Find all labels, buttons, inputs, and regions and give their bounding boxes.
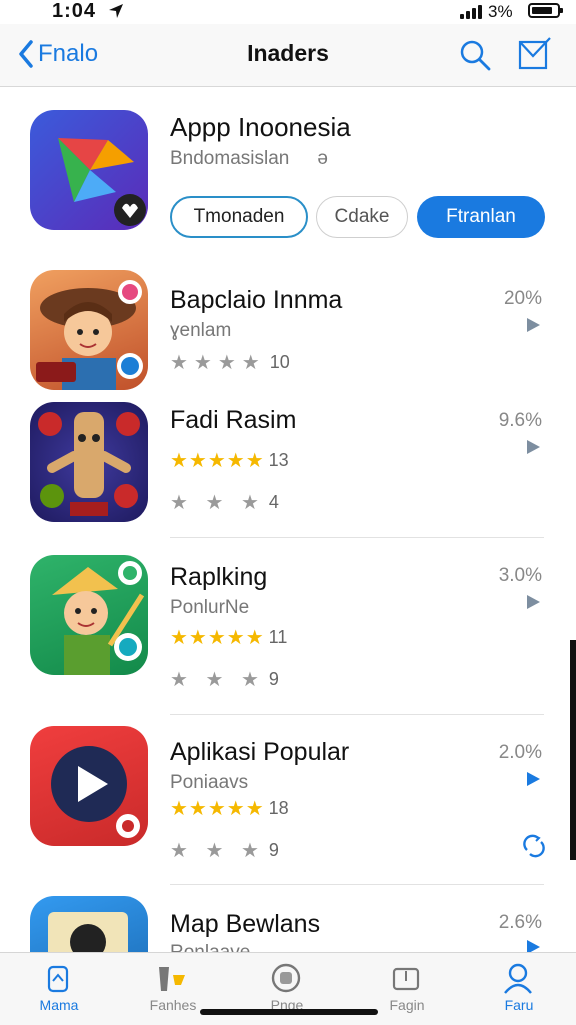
featured-app-name: Appp Inoonesia <box>170 112 351 142</box>
home-icon <box>47 965 69 993</box>
rating-stars: ★★★★ <box>170 352 266 374</box>
tab-profile[interactable]: Faru <box>484 959 554 1019</box>
games-icon <box>159 967 185 991</box>
tab-label: Fanhes <box>149 997 197 1013</box>
status-time: 1:04 <box>52 0 97 22</box>
rating-count: 10 <box>269 352 290 372</box>
secondary-rating-stars: ★ ★ ★ <box>170 492 265 514</box>
app-icon <box>30 270 148 390</box>
compose-icon[interactable] <box>516 36 552 72</box>
divider <box>170 537 544 538</box>
app-row[interactable]: Raplking PonlurNe ★★★★★ 11 ★ ★ ★ 9 3.0% <box>0 545 576 705</box>
person-icon <box>504 963 532 994</box>
filter-button-3[interactable]: Ftranlan <box>417 196 545 238</box>
home-indicator <box>200 1009 378 1015</box>
app-rating: ★★★★★ 13 <box>170 448 289 473</box>
play-icon[interactable] <box>524 938 542 952</box>
app-name: Raplking <box>170 563 268 591</box>
updates-icon <box>392 967 420 991</box>
app-percent: 9.6% <box>498 410 542 431</box>
tab-label: Faru <box>504 997 534 1013</box>
featured-subtitle-text: Bndomasislan <box>170 148 290 169</box>
app-name: Aplikasi Popular <box>170 738 350 766</box>
secondary-rating-count: 9 <box>268 840 279 860</box>
app-icon <box>30 726 148 846</box>
apps-icon <box>271 963 301 993</box>
play-logo-icon <box>51 746 140 838</box>
battery-icon <box>528 3 563 18</box>
rating-stars: ★★★★★ <box>170 450 265 472</box>
device-edge <box>570 640 576 860</box>
secondary-rating-count: 4 <box>268 492 279 512</box>
secondary-rating: ★ ★ ★ 4 <box>170 490 279 515</box>
app-icon <box>30 896 148 952</box>
featured-subtitle-extra: ə <box>317 148 328 169</box>
arrow-logo-icon <box>58 138 146 226</box>
app-subtitle: Ronlaave <box>170 942 250 952</box>
app-subtitle: ɣenlam <box>170 320 232 341</box>
app-name: Bapclaio Innma <box>170 286 343 314</box>
play-icon[interactable] <box>524 316 542 334</box>
app-subtitle: Poniaavs <box>170 772 249 793</box>
app-row[interactable]: Fadi Rasim ★★★★★ 13 ★ ★ ★ 4 9.6% <box>0 392 576 532</box>
tab-label: Fagin <box>389 997 425 1013</box>
tab-home[interactable]: Mama <box>24 959 94 1019</box>
secondary-rating-stars: ★ ★ ★ <box>170 669 265 691</box>
app-icon <box>30 402 148 522</box>
featured-app-subtitle: Bndomasislan ə <box>170 148 328 170</box>
wooden-figure-icon <box>38 412 140 516</box>
secondary-rating-stars: ★ ★ ★ <box>170 840 265 862</box>
app-icon <box>30 555 148 675</box>
cowboy-character-icon <box>36 280 143 390</box>
tab-updates[interactable]: Fagin <box>372 959 442 1019</box>
play-icon[interactable] <box>524 593 542 611</box>
rating-stars: ★★★★★ <box>170 798 265 820</box>
rating-count: 11 <box>268 627 288 647</box>
featured-app: Appp Inoonesia Bndomasislan ə Tmonaden Cd… <box>0 86 576 256</box>
app-percent: 20% <box>503 288 542 309</box>
secondary-rating: ★ ★ ★ 9 <box>170 838 279 863</box>
app-name: Fadi Rasim <box>170 406 297 434</box>
navigation-bar: Fnalo Inaders <box>0 24 576 87</box>
play-icon[interactable] <box>524 770 542 788</box>
app-rating: ★★★★★ 18 <box>170 796 289 821</box>
app-rating: ★★★★★ 11 <box>170 625 287 650</box>
signal-icon <box>460 5 484 19</box>
elf-character-icon <box>52 561 145 675</box>
app-percent: 2.0% <box>498 742 542 763</box>
app-percent: 3.0% <box>498 565 542 586</box>
tab-games[interactable]: Fanhes <box>138 959 208 1019</box>
secondary-rating-count: 9 <box>268 669 279 689</box>
rating-count: 13 <box>268 450 289 470</box>
map-app-icon <box>48 912 128 952</box>
filter-button-1[interactable]: Tmonaden <box>170 196 308 238</box>
app-row[interactable]: Map Bewlans Ronlaave 2.6% <box>0 888 576 952</box>
refresh-icon[interactable] <box>522 834 546 858</box>
play-icon[interactable] <box>524 438 542 456</box>
search-icon[interactable] <box>458 38 492 72</box>
app-name: Map Bewlans <box>170 910 321 938</box>
app-row[interactable]: Bapclaio Innma ɣenlam ★★★★ 10 20% <box>0 260 576 390</box>
battery-percent: 3% <box>488 2 513 21</box>
app-subtitle: PonlurNe <box>170 597 250 618</box>
app-row[interactable]: Aplikasi Popular Poniaavs ★★★★★ 18 ★ ★ ★… <box>0 718 576 878</box>
rating-count: 18 <box>268 798 289 818</box>
featured-app-icon[interactable] <box>30 110 148 230</box>
app-percent: 2.6% <box>498 912 542 933</box>
tab-label: Mama <box>39 997 79 1013</box>
filter-button-2[interactable]: Cdake <box>316 196 408 238</box>
app-rating: ★★★★ 10 <box>170 350 290 375</box>
divider <box>170 884 544 885</box>
secondary-rating: ★ ★ ★ 9 <box>170 667 279 692</box>
location-arrow-icon <box>109 4 123 18</box>
status-bar: 1:04 3% <box>0 0 576 24</box>
rating-stars: ★★★★★ <box>170 627 265 649</box>
divider <box>170 714 544 715</box>
